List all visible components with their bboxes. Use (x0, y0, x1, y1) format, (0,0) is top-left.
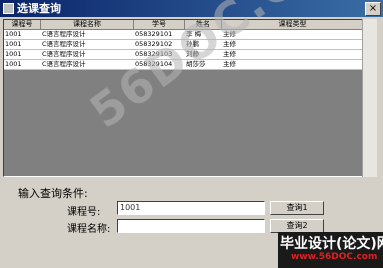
query-button-1[interactable]: 查询1 (270, 201, 324, 215)
brand-banner: 毕业设计(论文)网 www.56DOC.com (278, 232, 383, 268)
brand-url: www.56DOC.com (291, 252, 378, 262)
cell-course-no: 1001 (5, 40, 22, 48)
column-header-course-no[interactable]: 课程号 (4, 20, 41, 30)
table-row[interactable]: 1001 C语言程序设计 058329101 李 梅 主修 (4, 30, 363, 40)
window-title: 选课查询 (17, 2, 61, 15)
cell-student-no: 058329101 (135, 30, 173, 38)
column-header-course-name[interactable]: 课程名称 (41, 20, 134, 30)
cell-student-name: 胡莎莎 (186, 60, 206, 68)
query-condition-label: 输入查询条件: (18, 187, 88, 200)
column-header-course-type[interactable]: 课程类型 (222, 20, 364, 30)
query-button-2[interactable]: 查询2 (270, 219, 324, 233)
cell-student-no: 058329103 (135, 50, 173, 58)
cell-course-name: C语言程序设计 (42, 30, 86, 38)
results-grid[interactable]: 课程号 课程名称 学号 姓名 课程类型 1001 C语言程序设计 0583291… (3, 19, 364, 177)
cell-course-type: 主修 (223, 40, 236, 48)
course-no-label: 课程号: (67, 207, 101, 218)
grid-header: 课程号 课程名称 学号 姓名 课程类型 (4, 20, 364, 30)
cell-student-no: 058329104 (135, 60, 173, 68)
cell-course-type: 主修 (223, 50, 236, 58)
table-row[interactable]: 1001 C语言程序设计 058329102 孙鹏 主修 (4, 40, 363, 50)
cell-course-name: C语言程序设计 (42, 40, 86, 48)
column-header-student-no[interactable]: 学号 (134, 20, 185, 30)
course-name-label: 课程名称: (67, 224, 111, 235)
course-name-input[interactable] (117, 219, 265, 233)
cell-student-name: 李 梅 (186, 30, 202, 38)
cell-course-name: C语言程序设计 (42, 50, 86, 58)
table-row[interactable]: 1001 C语言程序设计 058329104 胡莎莎 主修 (4, 60, 363, 70)
query-window: 选课查询 × 课程号 课程名称 学号 姓名 课程类型 1001 C语言程序设计 … (0, 0, 383, 268)
table-row[interactable]: 1001 C语言程序设计 058329103 刘静 主修 (4, 50, 363, 60)
close-button[interactable]: × (365, 2, 381, 16)
cell-course-no: 1001 (5, 50, 22, 58)
brand-title: 毕业设计(论文)网 (280, 236, 383, 252)
cell-course-no: 1001 (5, 30, 22, 38)
column-header-student-name[interactable]: 姓名 (185, 20, 222, 30)
cell-student-no: 058329102 (135, 40, 173, 48)
app-icon (3, 3, 14, 14)
title-bar[interactable]: 选课查询 × (0, 0, 383, 17)
cell-course-type: 主修 (223, 30, 236, 38)
cell-course-type: 主修 (223, 60, 236, 68)
cell-course-no: 1001 (5, 60, 22, 68)
cell-course-name: C语言程序设计 (42, 60, 86, 68)
cell-student-name: 孙鹏 (186, 40, 199, 48)
course-no-input[interactable]: 1001 (117, 201, 265, 215)
cell-student-name: 刘静 (186, 50, 199, 58)
grid-scrollbar[interactable] (362, 19, 377, 177)
